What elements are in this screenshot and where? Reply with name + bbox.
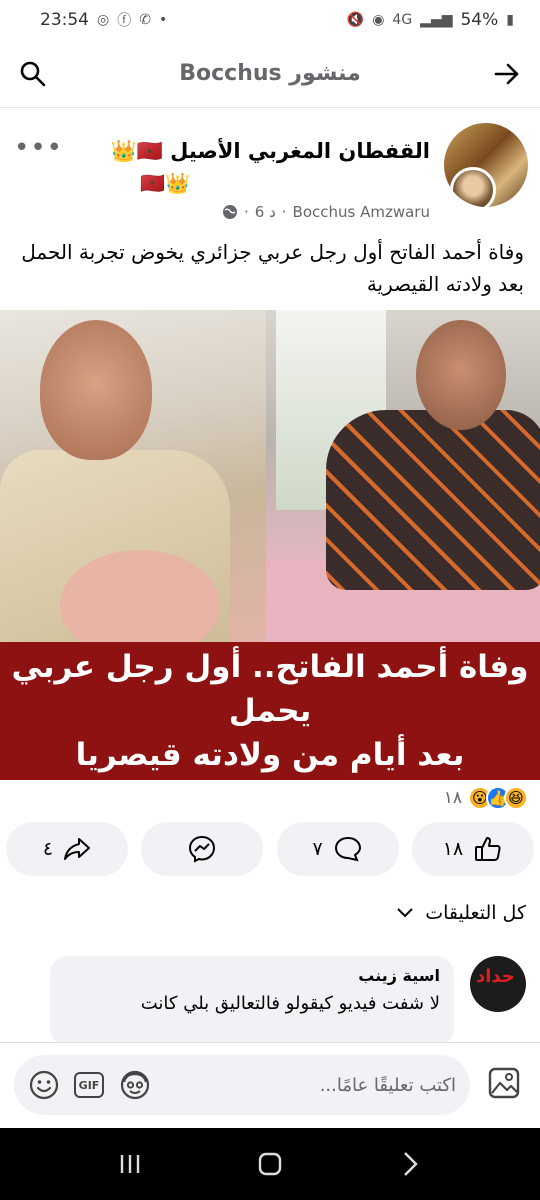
photo-left — [0, 310, 266, 642]
battery-text: 54% — [460, 10, 499, 30]
page-avatar[interactable] — [444, 123, 528, 207]
signal-icon: ▂▄▆ — [420, 12, 453, 28]
status-bar: 23:54 ◎ ⓕ ✆ • 🔇 ◉ 4G ▂▄▆ 54% ▮ — [0, 0, 540, 40]
more-options-button[interactable]: ••• — [14, 133, 63, 163]
post-text: وفاة أحمد الفاتح أول رجل عربي جزائري يخو… — [21, 240, 524, 296]
page-name: القفطان المغربي الأصيل — [170, 139, 430, 163]
post-header: ••• القفطان المغربي الأصيل 🇲🇦👑 🇲🇦👑 · 6 د… — [0, 115, 540, 225]
reactions-summary[interactable]: ١٨ 😮 👍 😆 — [444, 786, 528, 810]
mute-icon: 🔇 — [346, 12, 365, 28]
post-meta: · 6 د · Bocchus Amzwaru — [222, 203, 430, 221]
arrow-right-icon — [494, 63, 519, 84]
post-image[interactable]: وفاة أحمد الفاتح.. أول رجل عربي يحمل بعد… — [0, 310, 540, 780]
thumbs-up-icon — [475, 837, 501, 861]
page-title: منشور Bocchus — [179, 61, 361, 86]
system-nav-bar — [0, 1128, 540, 1200]
back-button[interactable] — [490, 57, 524, 91]
hotspot-icon: ◉ — [372, 12, 385, 28]
comment-button[interactable]: ٧ — [276, 822, 399, 876]
back-nav-button[interactable] — [380, 1139, 440, 1189]
facebook-icon: ⓕ — [117, 13, 132, 29]
photo-face — [416, 320, 506, 430]
avatar-sticker-icon[interactable] — [118, 1068, 152, 1102]
flag-crown-icons-line2: 🇲🇦👑 — [140, 171, 190, 195]
battery-icon: ▮ — [506, 12, 514, 28]
status-left-group: 23:54 ◎ ⓕ ✆ • — [40, 10, 167, 30]
author-name[interactable]: Bocchus Amzwaru — [293, 203, 430, 221]
share-button[interactable]: ٤ — [6, 822, 128, 876]
caption-line-2: بعد أيام من ولادته قيصريا — [75, 737, 465, 773]
top-bar: منشور Bocchus — [0, 40, 540, 108]
globe-icon — [222, 205, 237, 219]
meta-dot: · — [243, 203, 249, 221]
post-time[interactable]: 6 د — [255, 203, 276, 221]
comments-filter-dropdown[interactable]: كل التعليقات — [395, 902, 526, 924]
comment-composer: GIF اكتب تعليقًا عامًا... — [0, 1042, 540, 1128]
comment-input-placeholder: اكتب تعليقًا عامًا... — [319, 1074, 456, 1096]
home-button[interactable] — [240, 1139, 300, 1189]
haha-reaction-icon: 😆 — [504, 786, 528, 810]
meta-dot: · — [281, 203, 287, 221]
comment-author[interactable]: اسية زينب — [64, 966, 440, 985]
composer-icons: GIF — [28, 1068, 152, 1102]
search-icon — [20, 61, 46, 86]
avatar-logo-text: حداد — [476, 966, 515, 987]
share-count: ٤ — [42, 838, 54, 860]
messenger-button[interactable] — [141, 822, 264, 876]
chevron-down-icon — [397, 908, 413, 918]
profile-avatar — [450, 167, 496, 207]
home-icon — [258, 1152, 282, 1176]
like-button[interactable]: ١٨ — [411, 822, 534, 876]
chevron-right-icon — [404, 1152, 418, 1176]
gif-button[interactable]: GIF — [74, 1072, 104, 1098]
comment-item: حداد اسية زينب لا شفت فيديو كيقولو فالتع… — [0, 952, 540, 1046]
comment-text: لا شفت فيديو كيقولو فالتعاليق بلي كانت — [140, 993, 440, 1014]
page-name-link[interactable]: القفطان المغربي الأصيل 🇲🇦👑 — [111, 139, 430, 164]
photo-face — [40, 320, 152, 460]
missed-call-icon: ✆ — [139, 12, 151, 28]
emoji-icon[interactable] — [28, 1069, 60, 1101]
comment-bubble[interactable]: اسية زينب لا شفت فيديو كيقولو فالتعاليق … — [50, 956, 454, 1046]
photo-upload-icon[interactable] — [486, 1065, 522, 1101]
comment-bubble-icon — [334, 836, 361, 862]
time-text: 23:54 — [40, 10, 89, 30]
instagram-icon: ◎ — [97, 12, 110, 28]
photo-right — [266, 310, 540, 642]
post-actions: ٤ ٧ ١٨ — [6, 822, 534, 878]
comments-filter-label: كل التعليقات — [425, 902, 526, 924]
status-right-group: 🔇 ◉ 4G ▂▄▆ 54% ▮ — [347, 10, 514, 30]
photo-pajama — [326, 410, 540, 590]
comment-input-box[interactable]: GIF اكتب تعليقًا عامًا... — [14, 1055, 470, 1115]
recent-apps-icon — [120, 1155, 140, 1173]
search-button[interactable] — [16, 57, 50, 91]
commenter-avatar[interactable]: حداد — [470, 956, 526, 1012]
caption-line-1: وفاة أحمد الفاتح.. أول رجل عربي يحمل — [11, 649, 529, 729]
share-arrow-icon — [64, 838, 91, 860]
dot-icon: • — [158, 12, 168, 28]
comment-count: ٧ — [312, 838, 323, 860]
reaction-count: ١٨ — [443, 788, 462, 808]
messenger-icon — [189, 835, 216, 863]
network-label: 4G — [392, 12, 413, 28]
recent-apps-button[interactable] — [100, 1139, 160, 1189]
image-caption-band: وفاة أحمد الفاتح.. أول رجل عربي يحمل بعد… — [0, 642, 540, 780]
flag-crown-icons: 🇲🇦👑 — [110, 139, 163, 163]
like-count: ١٨ — [442, 838, 464, 860]
